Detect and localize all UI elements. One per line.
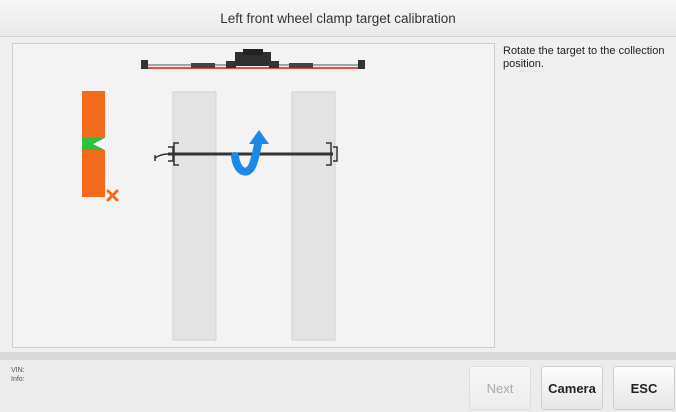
- camera-button[interactable]: Camera: [541, 366, 603, 410]
- footer-bar: VIN: Info: Next Camera ESC: [0, 360, 676, 412]
- camera-beam-icon: [141, 49, 365, 69]
- vehicle-meta: VIN: Info:: [11, 366, 25, 384]
- target-icon: [82, 91, 105, 197]
- instruction-text: Rotate the target to the collection posi…: [503, 45, 665, 70]
- next-button[interactable]: Next: [469, 366, 531, 410]
- info-label: Info:: [11, 376, 25, 383]
- footer-divider: [0, 352, 676, 360]
- page-title: Left front wheel clamp target calibratio…: [220, 10, 456, 26]
- title-bar: Left front wheel clamp target calibratio…: [0, 0, 676, 37]
- vin-label: VIN:: [11, 367, 25, 374]
- status-x-icon: [106, 189, 119, 202]
- rotate-arrow-icon: [231, 130, 269, 176]
- main-content: Rotate the target to the collection posi…: [0, 37, 676, 352]
- calibration-diagram: [12, 43, 495, 348]
- calibration-illustration: [82, 49, 365, 341]
- esc-button[interactable]: ESC: [613, 366, 675, 410]
- right-lane-strip: [291, 91, 336, 341]
- left-lane-strip: [172, 91, 217, 341]
